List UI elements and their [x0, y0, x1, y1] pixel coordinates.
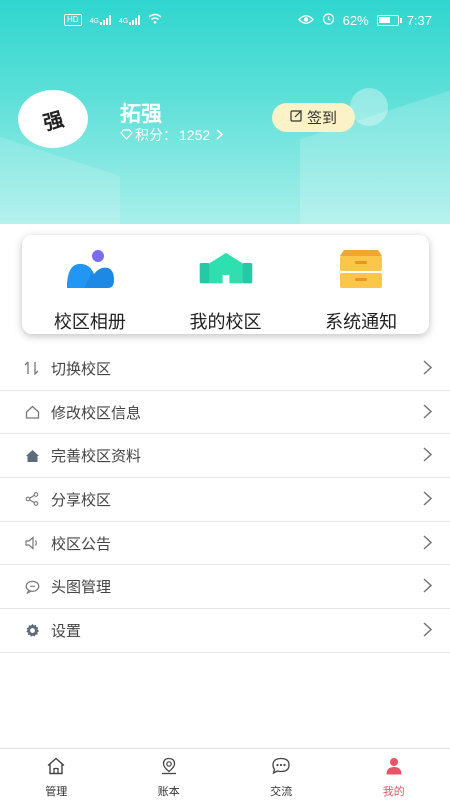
menu-item-switch-campus[interactable]: 切换校区: [0, 347, 450, 391]
mountain-photo-icon: [62, 247, 118, 290]
username: 拓强: [120, 103, 162, 126]
edit-icon: [290, 109, 303, 126]
tab-label: 管理: [45, 786, 68, 798]
menu-item-share-campus[interactable]: 分享校区: [0, 478, 450, 522]
card-label: 系统通知: [325, 312, 398, 332]
home-filled-icon: [23, 449, 41, 463]
share-icon: [23, 492, 41, 507]
menu-item-label: 切换校区: [51, 360, 112, 378]
campus-building-icon: [198, 247, 254, 290]
tab-label: 账本: [157, 786, 180, 798]
wifi-icon: [148, 13, 162, 27]
header-bubble: [350, 88, 388, 126]
menu-item-settings[interactable]: 设置: [0, 609, 450, 653]
checkin-button[interactable]: 签到: [272, 103, 355, 132]
chat-dots-icon: [271, 757, 291, 780]
chevron-right-icon: [423, 535, 433, 555]
avatar[interactable]: 强: [18, 90, 88, 148]
chevron-right-icon: [423, 447, 433, 467]
card-campus-album[interactable]: 校区相册: [22, 235, 158, 334]
battery-icon: [376, 14, 402, 26]
card-label: 我的校区: [189, 312, 262, 332]
points-link[interactable]: 积分： 1252: [120, 125, 224, 145]
menu-item-label: 分享校区: [51, 491, 112, 509]
person-icon: [384, 757, 404, 780]
speaker-icon: [23, 536, 41, 550]
gear-icon: [23, 623, 41, 638]
menu-item-label: 头图管理: [51, 579, 112, 597]
battery-percent: 62%: [342, 12, 369, 28]
chevron-right-icon: [423, 360, 433, 380]
home-icon: [46, 757, 66, 780]
menu-item-campus-announcement[interactable]: 校区公告: [0, 522, 450, 566]
location-pin-icon: [159, 757, 179, 780]
chevron-right-icon: [216, 127, 224, 143]
tab-manage[interactable]: 管理: [0, 749, 113, 800]
drawer-cabinet-icon: [333, 247, 389, 290]
home-outline-icon: [23, 405, 41, 419]
signal-icon: 4G: [90, 15, 111, 25]
bottom-tab-bar: 管理 账本 交流 我的: [0, 748, 450, 800]
profile-header: HD 4G 4G 62% 7:37 强 拓强 积分： 1252 签到: [0, 0, 450, 224]
menu-item-label: 校区公告: [51, 535, 112, 553]
tab-chat[interactable]: 交流: [225, 749, 338, 800]
chat-bubble-icon: [23, 580, 41, 594]
chevron-right-icon: [423, 622, 433, 642]
card-my-campus[interactable]: 我的校区: [158, 235, 294, 334]
tab-label: 交流: [270, 786, 293, 798]
menu-item-label: 修改校区信息: [51, 404, 142, 422]
menu-item-complete-profile[interactable]: 完善校区资料: [0, 434, 450, 479]
menu-item-edit-campus-info[interactable]: 修改校区信息: [0, 391, 450, 435]
tab-ledger[interactable]: 账本: [113, 749, 226, 800]
chevron-right-icon: [423, 578, 433, 598]
menu-item-label: 完善校区资料: [51, 448, 142, 466]
chevron-right-icon: [423, 404, 433, 424]
eye-icon: [297, 13, 314, 28]
clock: 7:37: [406, 12, 432, 28]
points-label: 积分：: [135, 127, 177, 143]
checkin-label: 签到: [306, 110, 337, 127]
status-bar: HD 4G 4G 62% 7:37: [0, 0, 450, 40]
settings-menu: 切换校区 修改校区信息 完善校区资料 分享校区 校区公告 头图管理 设置: [0, 347, 450, 653]
chevron-right-icon: [423, 491, 433, 511]
menu-item-banner-management[interactable]: 头图管理: [0, 565, 450, 610]
diamond-icon: [120, 127, 133, 143]
sort-arrows-icon: [23, 361, 41, 376]
points-value: 1252: [179, 127, 211, 143]
card-label: 校区相册: [53, 312, 126, 332]
tab-mine[interactable]: 我的: [338, 749, 450, 800]
avatar-text: 强: [41, 108, 67, 135]
hd-badge: HD: [64, 14, 82, 26]
menu-item-label: 设置: [51, 622, 82, 640]
quick-actions-card: 校区相册 我的校区 系统通知: [22, 235, 429, 334]
alarm-icon: [322, 12, 335, 28]
signal-icon: 4G: [119, 15, 141, 25]
tab-label: 我的: [382, 786, 405, 798]
card-system-notice[interactable]: 系统通知: [293, 235, 429, 334]
